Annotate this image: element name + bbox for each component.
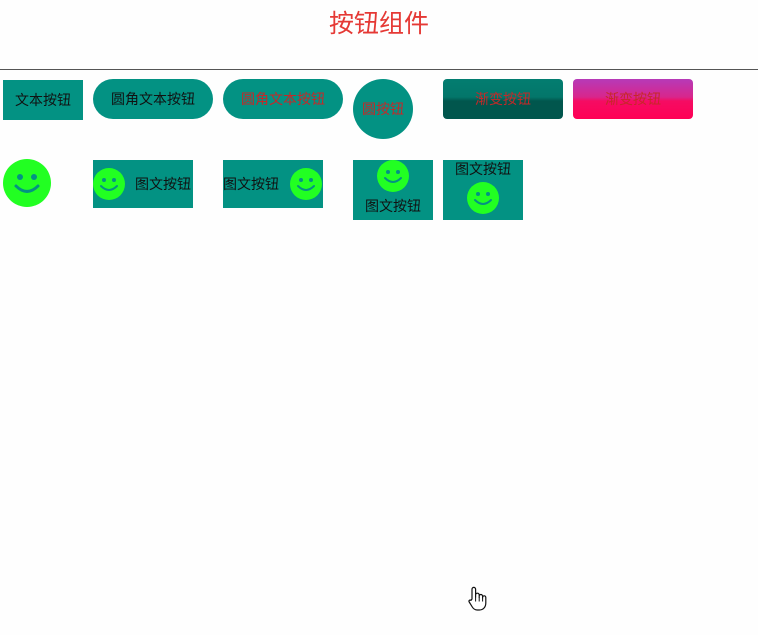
text-button-label: 文本按钮 [15,93,71,109]
header-divider [0,69,758,70]
circle-button[interactable]: 圆按钮 [353,79,413,139]
smiley-icon [467,182,499,214]
icon-right-text-button[interactable]: 图文按钮 [223,160,323,208]
icon-right-text-button-label: 图文按钮 [223,177,279,193]
text-button[interactable]: 文本按钮 [3,80,83,120]
smiley-icon [290,168,322,200]
rounded-text-button-red-label: 圆角文本按钮 [241,92,325,108]
gradient-button-green[interactable]: 渐变按钮 [443,79,563,119]
icon-top-text-button[interactable]: 图文按钮 [353,160,433,220]
circle-button-label: 圆按钮 [362,102,404,118]
icon-top-text-button-label: 图文按钮 [365,199,421,215]
gradient-button-pink-label: 渐变按钮 [605,92,661,108]
icon-bottom-text-button-label: 图文按钮 [455,162,511,178]
icon-bottom-text-button[interactable]: 图文按钮 [443,160,523,220]
rounded-text-button[interactable]: 圆角文本按钮 [93,79,213,119]
icon-left-text-button[interactable]: 图文按钮 [93,160,193,208]
rounded-text-button-label: 圆角文本按钮 [111,92,195,108]
gradient-button-pink[interactable]: 渐变按钮 [573,79,693,119]
smiley-icon [3,159,51,207]
page-title: 按钮组件 [328,9,429,38]
smiley-icon [377,160,409,192]
smiley-icon [93,168,125,200]
icon-button[interactable] [3,159,51,207]
rounded-text-button-red[interactable]: 圆角文本按钮 [223,79,343,119]
icon-left-text-button-label: 图文按钮 [135,177,191,193]
hand-pointer-icon [468,586,487,611]
gradient-button-green-label: 渐变按钮 [475,92,531,108]
